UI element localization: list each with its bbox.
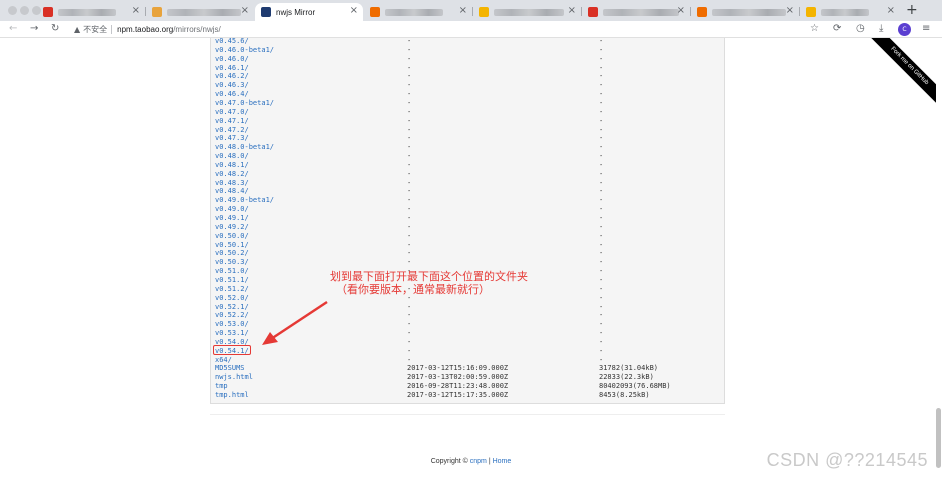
warning-icon: ▲ [74,24,81,34]
reload-icon[interactable]: ↻ [51,22,59,36]
tab[interactable]: × [364,3,472,21]
annotation-line-2: （看你要版本，通常最新就行） [336,283,490,296]
tab-favicon-icon [370,7,380,17]
annotation-text: 划到最下面打开最下面这个位置的文件夹 （看你要版本，通常最新就行） [330,270,528,296]
tab-close-icon[interactable]: × [350,5,358,16]
github-ribbon-label[interactable]: Fork me on GitHub [860,38,936,114]
tab-close-icon[interactable]: × [887,5,895,16]
tab-close-icon[interactable]: × [786,5,794,16]
tab-favicon-icon [588,7,598,17]
tab[interactable]: × [146,3,254,21]
history-icon[interactable]: ◷ [856,22,865,36]
tab-favicon-icon [479,7,489,17]
watermark: CSDN @??214545 [766,450,928,470]
tab-favicon-icon [261,7,271,17]
tab-close-icon[interactable]: × [568,5,576,16]
security-status: 不安全 [83,24,108,34]
sync-icon[interactable]: ⟳ [833,22,841,36]
footer-link-home[interactable]: Home [493,458,512,465]
url-path: /mirrors/nwjs/ [173,24,221,34]
tab-favicon-icon [697,7,707,17]
footer-link-cnpm[interactable]: cnpm [470,458,487,465]
github-ribbon[interactable]: Fork me on GitHub [860,38,936,114]
new-tab-button[interactable]: + [906,3,918,17]
tab-close-icon[interactable]: × [677,5,685,16]
bookmark-star-icon[interactable]: ☆ [810,22,819,36]
tab-title-blurred [167,8,241,16]
close-window-button[interactable] [8,6,17,15]
menu-icon[interactable]: ≡ [922,22,930,36]
minimize-window-button[interactable] [20,6,29,15]
url-host: npm.taobao.org [117,24,174,34]
tab[interactable]: × [800,3,900,21]
download-icon[interactable]: ⤓ [879,22,883,36]
vertical-scrollbar[interactable] [936,408,941,468]
annotation-line-1: 划到最下面打开最下面这个位置的文件夹 [330,270,528,283]
tab-title-blurred [603,8,679,16]
tab-close-icon[interactable]: × [241,5,249,16]
footer-separator: | [488,458,491,465]
tab-favicon-icon [152,7,162,17]
tab-favicon-icon [806,7,816,17]
tab[interactable]: × [37,3,145,21]
annotation-arrow-icon [262,300,328,345]
profile-avatar[interactable]: C [898,23,911,36]
tab-title: nwjs Mirror [276,7,316,17]
back-icon[interactable]: ← [9,22,17,36]
tab-close-icon[interactable]: × [132,5,140,16]
tab[interactable]: × [473,3,581,21]
tab-title-blurred [58,8,116,16]
footer-copyright: Copyright © [430,458,468,465]
tab-strip: × × nwjs Mirror × × × × × × + [0,0,942,21]
forward-icon[interactable]: → [30,22,38,36]
tab-close-icon[interactable]: × [459,5,467,16]
tab[interactable]: × [691,3,799,21]
tab-title-blurred [494,8,564,16]
address-divider [111,24,113,34]
browser-toolbar: ← → ↻ ▲ 不安全 npm.taobao.org /mirrors/nwjs… [0,21,942,38]
tab-favicon-icon [43,7,53,17]
tab-active[interactable]: nwjs Mirror × [255,3,363,21]
tab-title-blurred [821,8,869,16]
tab[interactable]: × [582,3,690,21]
tab-title-blurred [385,8,443,16]
page-divider [210,414,725,415]
tab-title-blurred [712,8,786,16]
page-viewport: v0.45.6/- - v0.46.0-beta1/- - v0.46.0/- - v0.4… [0,38,942,478]
address-bar[interactable]: ▲ 不安全 npm.taobao.org /mirrors/nwjs/ [74,22,822,36]
